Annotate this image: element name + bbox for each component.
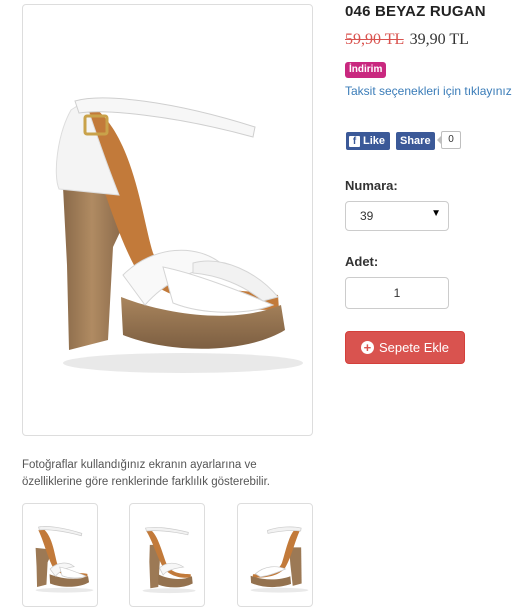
share-count: 0 — [437, 131, 461, 149]
sandal-thumbnail-icon — [35, 526, 94, 593]
sandal-thumbnail-icon — [250, 526, 309, 593]
size-select[interactable]: 39 ▼ — [345, 201, 449, 231]
quantity-label: Adet: — [345, 254, 379, 269]
size-selected-value: 39 — [360, 209, 374, 223]
sandal-thumbnail-icon — [142, 526, 196, 594]
new-price: 39,90 TL — [409, 31, 469, 48]
quantity-input[interactable]: 1 — [345, 277, 449, 309]
thumbnail-image-3[interactable] — [237, 503, 313, 607]
installment-link[interactable]: Taksit seçenekleri için tıklayınız — [345, 84, 512, 98]
like-label: Like — [363, 135, 386, 147]
color-disclaimer: Fotoğraflar kullandığınız ekranın ayarla… — [22, 459, 271, 488]
facebook-share-button[interactable]: Share — [396, 132, 435, 150]
product-title: 046 BEYAZ RUGAN — [345, 3, 486, 20]
add-to-cart-label: Sepete Ekle — [378, 340, 450, 355]
facebook-icon: f — [349, 135, 360, 147]
sandal-illustration — [55, 97, 303, 373]
plus-circle-icon: + — [360, 341, 374, 354]
discount-badge: İndirim — [345, 62, 387, 78]
thumbnail-image-1[interactable] — [22, 503, 98, 607]
size-label: Numara: — [345, 178, 398, 193]
thumbnail-image-2[interactable] — [129, 503, 205, 607]
price-block: 59,90 TL 39,90 TL — [345, 31, 469, 49]
facebook-like-button[interactable]: f Like — [346, 132, 391, 150]
old-price: 59,90 TL — [345, 31, 404, 48]
dropdown-arrow-icon: ▼ — [431, 208, 441, 219]
add-to-cart-button[interactable]: + Sepete Ekle — [345, 331, 465, 364]
main-product-image[interactable] — [22, 4, 313, 436]
